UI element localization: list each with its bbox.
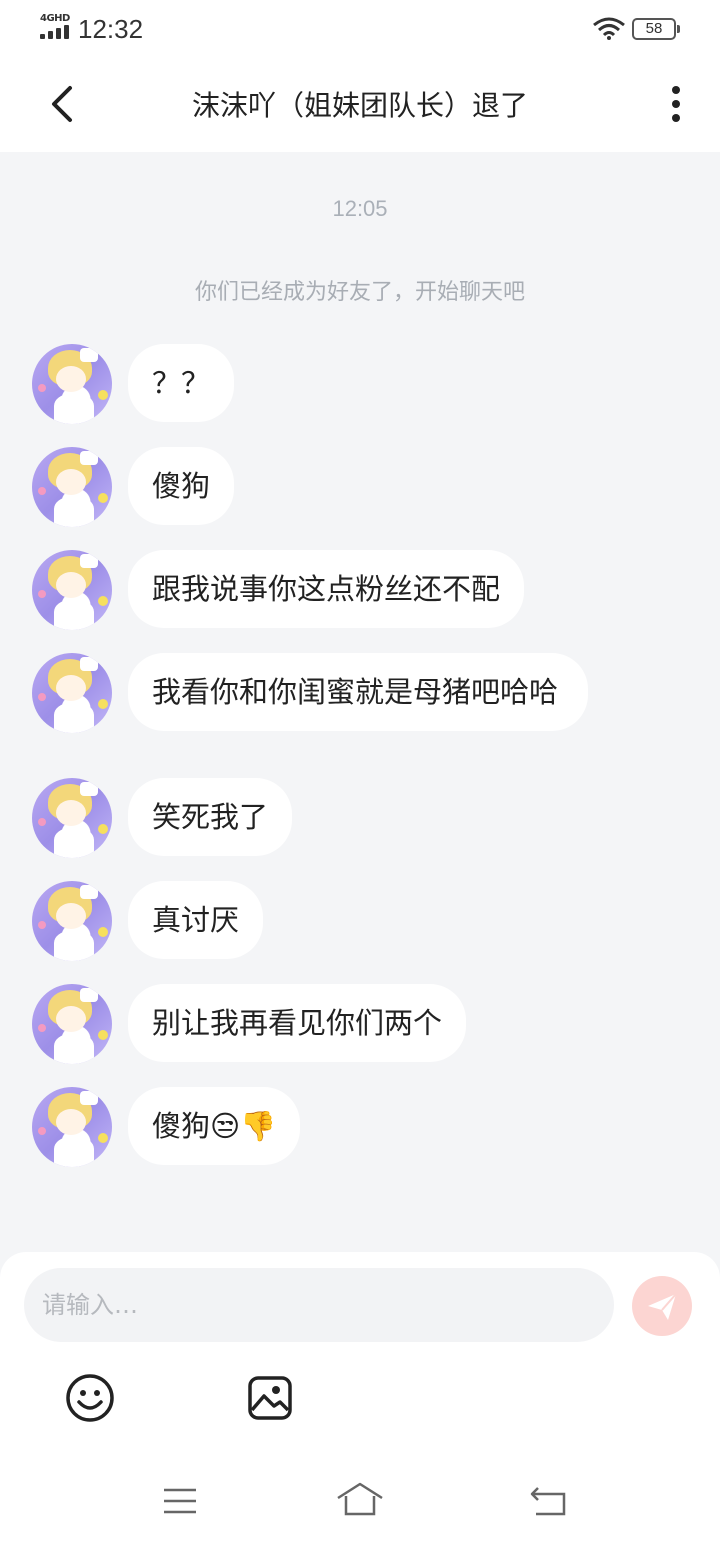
- message-bubble[interactable]: 傻狗😒👎: [128, 1087, 301, 1165]
- nav-menu-button[interactable]: [160, 1486, 200, 1516]
- avatar[interactable]: [32, 778, 112, 858]
- battery-indicator: 58: [632, 18, 680, 40]
- input-panel: [0, 1252, 720, 1544]
- message-bubble[interactable]: ？？: [128, 344, 235, 422]
- more-vertical-icon: [672, 86, 680, 94]
- message-bubble[interactable]: 真讨厌: [128, 881, 264, 959]
- home-icon: [337, 1482, 383, 1516]
- avatar[interactable]: [32, 1087, 112, 1167]
- avatar[interactable]: [32, 447, 112, 527]
- avatar[interactable]: [32, 881, 112, 961]
- message-bubble[interactable]: 我看你和你闺蜜就是母猪吧哈哈: [128, 653, 588, 731]
- wifi-icon: [593, 17, 625, 40]
- paper-plane-icon: [648, 1293, 677, 1320]
- message-bubble[interactable]: 笑死我了: [128, 778, 293, 856]
- chat-title: 沫沫吖（姐妹团队长）退了: [191, 89, 528, 122]
- timestamp-label: 12:05: [332, 196, 388, 221]
- message-bubble[interactable]: 别让我再看见你们两个: [128, 984, 467, 1062]
- message-bubble[interactable]: 跟我说事你这点粉丝还不配: [128, 550, 525, 628]
- avatar[interactable]: [32, 984, 112, 1064]
- avatar[interactable]: [32, 653, 112, 733]
- emoji-button[interactable]: [64, 1372, 116, 1424]
- avatar[interactable]: [32, 344, 112, 424]
- status-bar: 4GHD 12:32 58: [0, 0, 720, 56]
- image-icon: [248, 1376, 292, 1420]
- return-icon: [530, 1487, 566, 1516]
- message-bubble[interactable]: 傻狗: [128, 447, 235, 525]
- chat-header: 沫沫吖（姐妹团队长）退了: [0, 56, 720, 152]
- nav-back-button[interactable]: [528, 1484, 570, 1518]
- send-button[interactable]: [632, 1276, 692, 1336]
- status-time: 12:32: [78, 14, 144, 44]
- system-note: 你们已经成为好友了，开始聊天吧: [194, 280, 525, 305]
- nav-home-button[interactable]: [334, 1480, 386, 1520]
- menu-icon: [164, 1488, 196, 1514]
- avatar[interactable]: [32, 550, 112, 630]
- smiley-icon: [66, 1374, 114, 1422]
- back-button[interactable]: [42, 82, 86, 126]
- image-button[interactable]: [246, 1372, 294, 1424]
- message-input[interactable]: [24, 1268, 614, 1342]
- more-options-button[interactable]: [660, 82, 692, 126]
- chevron-left-icon: [52, 86, 72, 122]
- network-type: 4GHD: [40, 13, 70, 24]
- message-list[interactable]: 12:05 你们已经成为好友了，开始聊天吧 ？？ 傻狗 跟我说事你这点粉丝还不配…: [0, 152, 720, 1252]
- signal-icon: [40, 25, 70, 39]
